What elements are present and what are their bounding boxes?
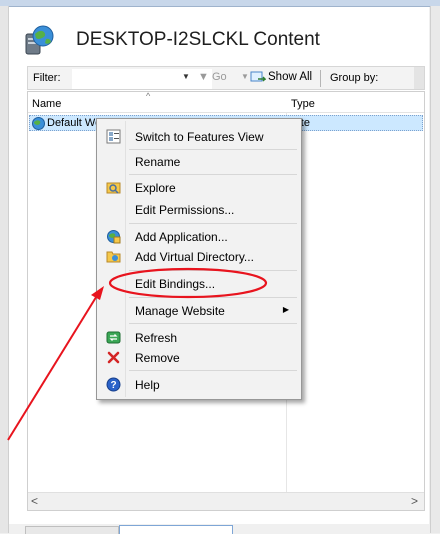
add-application-icon — [107, 230, 121, 244]
remove-icon — [107, 351, 120, 364]
menu-item-label: Edit Permissions... — [135, 203, 235, 217]
menu-item-manage-website[interactable]: Manage Website ▶ — [99, 301, 299, 321]
toolbar-overflow[interactable] — [414, 67, 424, 89]
list-header: Name ^ Type — [28, 91, 424, 113]
column-header-type[interactable]: Type — [291, 98, 315, 110]
menu-separator — [129, 370, 297, 371]
menu-separator — [129, 174, 297, 175]
refresh-icon — [106, 331, 121, 344]
right-pane-edge — [430, 6, 440, 533]
group-by-label[interactable]: Group by: — [330, 72, 378, 84]
menu-item-edit-bindings[interactable]: Edit Bindings... — [99, 274, 299, 294]
show-all-button[interactable]: Show All — [250, 70, 312, 84]
submenu-arrow-icon: ▶ — [282, 305, 289, 314]
svg-text:?: ? — [110, 380, 116, 391]
menu-item-label: Help — [135, 378, 160, 392]
menu-item-edit-permissions[interactable]: Edit Permissions... — [99, 200, 299, 220]
menu-item-refresh[interactable]: Refresh — [99, 328, 299, 348]
filter-toolbar: Filter: ▼ ▼ Go ▼ Show All Group by: — [27, 66, 425, 90]
globe-icon — [32, 117, 45, 130]
menu-item-explore[interactable]: Explore — [99, 178, 299, 198]
menu-separator — [129, 149, 297, 150]
scroll-right-icon[interactable]: > — [411, 494, 418, 508]
funnel-icon: ▼ — [198, 71, 209, 83]
menu-item-label: Edit Bindings... — [135, 277, 216, 291]
window-top-strip — [0, 0, 440, 7]
view-tabs-bar — [9, 524, 429, 534]
menu-separator — [129, 323, 297, 324]
menu-item-remove[interactable]: Remove — [99, 348, 299, 368]
column-header-name[interactable]: Name — [32, 98, 61, 110]
menu-item-label: Add Application... — [135, 230, 228, 244]
menu-item-label: Switch to Features View — [135, 130, 264, 144]
show-all-icon — [250, 71, 266, 82]
go-button[interactable]: ▼ Go — [198, 71, 227, 83]
menu-separator — [129, 223, 297, 224]
help-icon: ? — [106, 377, 121, 392]
features-view-icon — [106, 129, 121, 144]
menu-item-switch-to-features-view[interactable]: Switch to Features View — [99, 127, 299, 147]
menu-item-rename[interactable]: Rename — [99, 152, 299, 172]
go-label: Go — [211, 71, 227, 83]
context-menu: Switch to Features View Rename Explore E… — [96, 118, 302, 400]
filter-label: Filter: — [33, 72, 61, 84]
left-pane-edge — [0, 6, 9, 533]
menu-item-help[interactable]: ? Help — [99, 375, 299, 395]
add-virtual-directory-icon — [106, 251, 121, 263]
menu-separator — [129, 297, 297, 298]
filter-dropdown-icon[interactable]: ▼ — [182, 72, 190, 81]
menu-item-label: Explore — [135, 181, 176, 195]
menu-item-add-virtual-directory[interactable]: Add Virtual Directory... — [99, 247, 299, 267]
scroll-left-icon[interactable]: < — [31, 494, 38, 508]
menu-item-add-application[interactable]: Add Application... — [99, 227, 299, 247]
filter-input[interactable] — [72, 69, 212, 89]
toolbar-separator — [320, 70, 321, 87]
menu-item-label: Rename — [135, 155, 181, 169]
horizontal-scrollbar[interactable]: < > — [28, 492, 424, 510]
menu-item-label: Remove — [135, 351, 180, 365]
go-dropdown-icon[interactable]: ▼ — [241, 72, 249, 81]
menu-separator — [129, 270, 297, 271]
menu-item-label: Refresh — [135, 331, 178, 345]
sort-ascending-icon: ^ — [146, 91, 151, 101]
show-all-label: Show All — [268, 71, 313, 83]
explore-icon — [106, 182, 121, 194]
menu-item-label: Manage Website — [135, 304, 225, 318]
page-title: DESKTOP-I2SLCKL Content — [76, 29, 320, 50]
menu-item-label: Add Virtual Directory... — [135, 250, 254, 264]
server-globe-icon — [25, 25, 54, 55]
